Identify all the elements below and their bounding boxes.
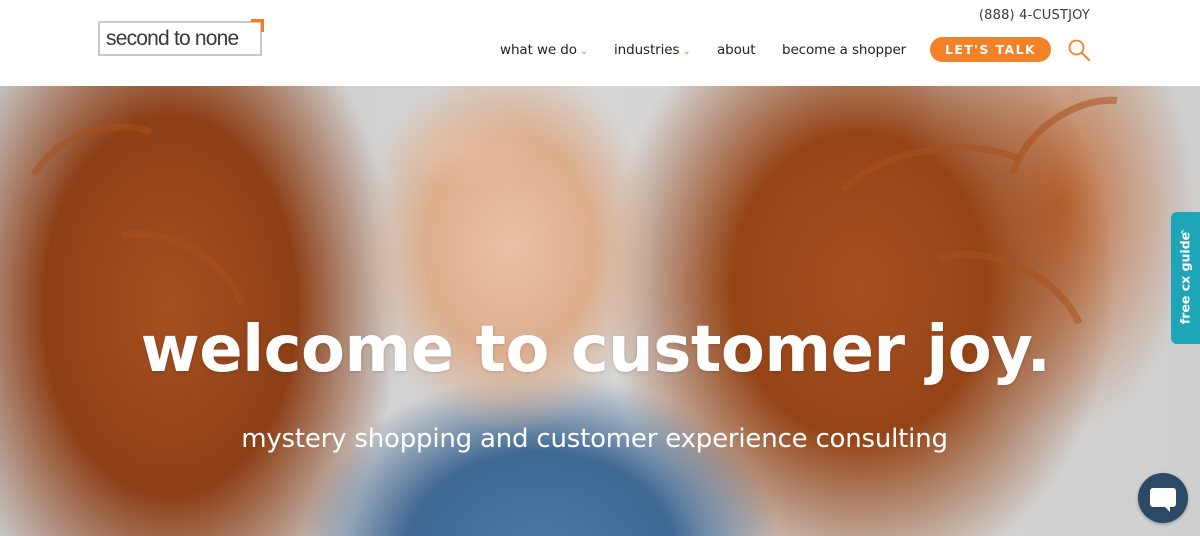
hero-subtitle: mystery shopping and customer experience… xyxy=(241,424,948,454)
logo-corner-mark xyxy=(251,19,264,32)
chat-button[interactable] xyxy=(1138,473,1188,523)
hero-banner: welcome to customer joy. mystery shoppin… xyxy=(0,86,1200,536)
nav-item-become-a-shopper[interactable]: become a shopper xyxy=(782,42,906,58)
nav-item-label: about xyxy=(717,42,756,58)
phone-number[interactable]: (888) 4-CUSTJOY xyxy=(979,8,1090,23)
chat-bubble-icon xyxy=(1150,488,1176,512)
nav-item-what-we-do[interactable]: what we do ⌄ xyxy=(500,42,588,58)
nav-item-about[interactable]: about xyxy=(717,42,756,58)
logo[interactable]: second to none xyxy=(98,19,264,56)
nav-item-label: industries xyxy=(614,42,680,58)
free-cx-guide-label[interactable]: free cx guide xyxy=(1178,232,1193,324)
lets-talk-button[interactable]: LET'S TALK xyxy=(930,37,1051,62)
chevron-down-icon: ⌄ xyxy=(579,46,589,57)
search-icon[interactable] xyxy=(1067,38,1091,62)
nav-item-label: what we do xyxy=(500,42,577,58)
logo-text: second to none xyxy=(106,27,239,50)
nav-item-label: become a shopper xyxy=(782,42,907,58)
nav-item-industries[interactable]: industries ⌄ xyxy=(614,42,691,58)
chevron-down-icon: ⌄ xyxy=(682,46,691,57)
site-header: second to none (888) 4-CUSTJOY what we d… xyxy=(0,0,1200,86)
hero-title: welcome to customer joy. xyxy=(140,313,1051,387)
